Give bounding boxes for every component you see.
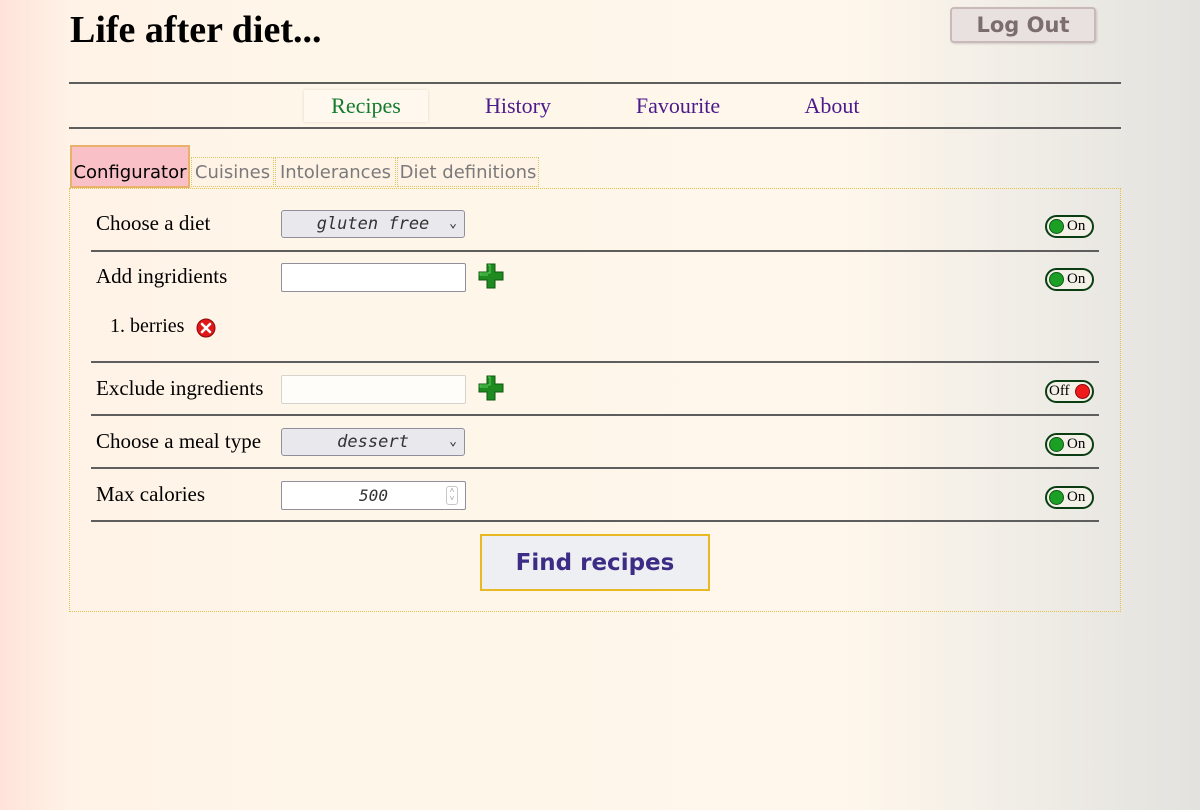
row-divider: [91, 250, 1099, 252]
exclude-ingredients-toggle[interactable]: Off: [1045, 380, 1094, 403]
chevron-down-icon: ⌄: [449, 216, 457, 231]
toggle-knob: [1075, 384, 1090, 399]
toggle-label: On: [1067, 436, 1086, 452]
toggle-knob: [1049, 490, 1064, 505]
toggle-label: On: [1067, 489, 1086, 505]
diet-select-value: gluten free: [316, 214, 430, 234]
nav-bottom-divider: [69, 127, 1121, 129]
find-recipes-button[interactable]: Find recipes: [480, 534, 710, 591]
exclude-ingredient-plus-icon[interactable]: [477, 374, 505, 402]
meal-type-toggle[interactable]: On: [1045, 433, 1094, 456]
row-divider: [91, 414, 1099, 416]
app-title: Life after diet...: [70, 9, 322, 51]
diet-toggle[interactable]: On: [1045, 215, 1094, 238]
toggle-knob: [1049, 272, 1064, 287]
exclude-ingredients-label: Exclude ingredients: [96, 376, 264, 400]
nav-top-divider: [69, 82, 1121, 84]
logout-button[interactable]: Log Out: [950, 7, 1096, 43]
nav-item-recipes[interactable]: Recipes: [304, 90, 428, 122]
tab-cuisines[interactable]: Cuisines: [191, 157, 274, 187]
add-ingredient-input[interactable]: [281, 263, 466, 292]
toggle-knob: [1049, 437, 1064, 452]
meal-type-select[interactable]: dessert ⌄: [281, 428, 465, 456]
meal-type-label: Choose a meal type: [96, 429, 262, 453]
toggle-knob: [1049, 219, 1064, 234]
toggle-label: On: [1067, 218, 1086, 234]
max-calories-label: Max calories: [96, 482, 206, 506]
diet-label: Choose a diet: [96, 211, 211, 235]
toggle-label: Off: [1049, 383, 1070, 399]
max-calories-input[interactable]: 500 ˄ ˅: [281, 481, 466, 510]
max-calories-toggle[interactable]: On: [1045, 486, 1094, 509]
add-ingredient-plus-icon[interactable]: [477, 262, 505, 290]
exclude-ingredient-input[interactable]: [281, 375, 466, 404]
add-ingredients-label: Add ingridients: [96, 264, 228, 288]
toggle-label: On: [1067, 271, 1086, 287]
row-divider: [91, 520, 1099, 522]
nav-item-history[interactable]: History: [466, 90, 570, 122]
tab-diet-definitions[interactable]: Diet definitions: [397, 157, 539, 187]
add-ingredients-toggle[interactable]: On: [1045, 268, 1094, 291]
nav-item-about[interactable]: About: [790, 90, 874, 122]
row-divider: [91, 361, 1099, 363]
row-divider: [91, 467, 1099, 469]
tab-configurator[interactable]: Configurator: [70, 145, 190, 188]
tab-intolerances[interactable]: Intolerances: [275, 157, 396, 187]
meal-type-select-value: dessert: [337, 432, 409, 452]
diet-select[interactable]: gluten free ⌄: [281, 210, 465, 238]
nav-item-favourite[interactable]: Favourite: [618, 90, 738, 122]
ingredient-list-item: 1. berries: [110, 315, 185, 337]
max-calories-value: 500: [359, 486, 388, 505]
remove-ingredient-icon[interactable]: [196, 318, 216, 338]
spinner-arrows-icon[interactable]: ˄ ˅: [446, 486, 458, 505]
chevron-down-icon: ⌄: [449, 434, 457, 449]
